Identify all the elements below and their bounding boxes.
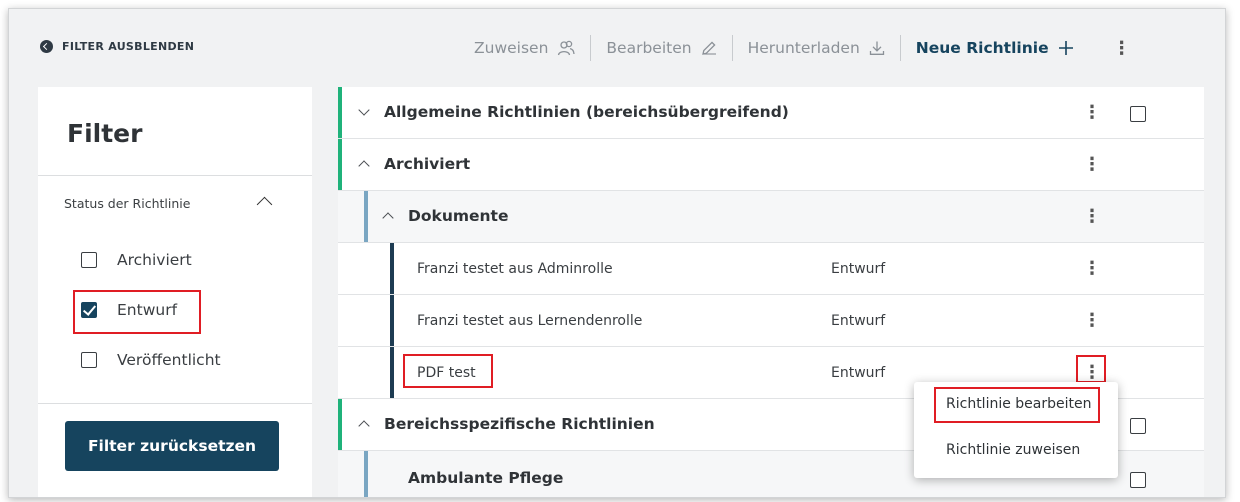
edit-button[interactable]: Bearbeiten <box>591 34 731 62</box>
chevron-up-icon[interactable] <box>358 420 370 432</box>
folder-bar <box>364 191 368 242</box>
checkbox[interactable] <box>81 352 97 368</box>
document-bar <box>390 295 394 346</box>
document-status: Entwurf <box>831 261 886 277</box>
chevron-up-icon[interactable] <box>256 196 273 213</box>
new-policy-label: Neue Richtlinie <box>915 39 1049 57</box>
tree-group-archived[interactable]: Archiviert ⋮ <box>338 139 1204 191</box>
more-options-icon[interactable]: ⋮ <box>1113 38 1131 59</box>
more-options-icon[interactable]: ⋮ <box>1083 156 1101 174</box>
assign-button[interactable]: Zuweisen <box>459 34 590 62</box>
highlight-box <box>1076 355 1106 383</box>
divider <box>38 175 312 176</box>
app-window: FILTER AUSBLENDEN Zuweisen Bearbeiten He… <box>8 8 1226 498</box>
highlight-box <box>73 290 201 334</box>
plus-icon <box>1058 41 1073 55</box>
download-icon <box>869 41 884 55</box>
tree-folder-documents[interactable]: Dokumente ⋮ <box>338 191 1204 243</box>
tree-group-general[interactable]: Allgemeine Richtlinien (bereichsübergrei… <box>338 87 1204 139</box>
checkbox[interactable] <box>1130 472 1146 488</box>
highlight-box <box>403 354 493 388</box>
document-status: Entwurf <box>831 365 886 381</box>
assign-label: Zuweisen <box>474 39 549 57</box>
highlight-box <box>934 387 1100 423</box>
folder-bar <box>364 451 368 497</box>
pencil-icon <box>701 41 716 55</box>
checkbox[interactable] <box>1130 106 1146 122</box>
more-options-icon[interactable]: ⋮ <box>1083 208 1101 226</box>
more-options-icon[interactable]: ⋮ <box>1083 260 1101 278</box>
filter-option-archiviert[interactable]: Archiviert <box>81 251 192 269</box>
hide-filter-toggle[interactable]: FILTER AUSBLENDEN <box>40 40 194 53</box>
hide-filter-label: FILTER AUSBLENDEN <box>62 40 195 53</box>
group-title: Bereichsspezifische Richtlinien <box>384 415 655 433</box>
more-options-icon[interactable]: ⋮ <box>1083 312 1101 330</box>
download-button[interactable]: Herunterladen <box>733 34 900 62</box>
filter-option-label: Veröffentlicht <box>117 351 221 369</box>
chevron-up-icon[interactable] <box>358 160 370 172</box>
document-row[interactable]: Franzi testet aus Adminrolle Entwurf ⋮ <box>338 243 1204 295</box>
document-name: Franzi testet aus Adminrolle <box>417 261 613 277</box>
filter-option-veroeffentlicht[interactable]: Veröffentlicht <box>81 351 221 369</box>
group-title: Allgemeine Richtlinien (bereichsübergrei… <box>384 103 789 121</box>
document-name: Franzi testet aus Lernendenrolle <box>417 313 643 329</box>
status-filter-heading: Status der Richtlinie <box>64 196 191 211</box>
reset-filter-button[interactable]: Filter zurücksetzen <box>65 421 279 471</box>
document-bar <box>390 347 394 398</box>
subgroup-title: Ambulante Pflege <box>408 469 564 487</box>
group-bar <box>338 399 342 450</box>
download-label: Herunterladen <box>747 39 860 57</box>
checkbox[interactable] <box>1130 418 1146 434</box>
checkbox[interactable] <box>81 252 97 268</box>
chevron-down-icon[interactable] <box>358 104 370 116</box>
divider <box>38 403 312 404</box>
document-row[interactable]: Franzi testet aus Lernendenrolle Entwurf… <box>338 295 1204 347</box>
toolbar: Zuweisen Bearbeiten Herunterladen Neue R… <box>459 34 1131 62</box>
menu-item-assign-policy[interactable]: Richtlinie zuweisen <box>914 442 1118 458</box>
group-bar <box>338 139 342 190</box>
more-options-icon[interactable]: ⋮ <box>1083 104 1101 122</box>
document-status: Entwurf <box>831 313 886 329</box>
chevron-left-circle-icon <box>40 40 53 53</box>
filter-option-label: Archiviert <box>117 251 192 269</box>
document-bar <box>390 243 394 294</box>
new-policy-button[interactable]: Neue Richtlinie <box>901 34 1089 62</box>
users-icon <box>558 40 576 56</box>
folder-title: Dokumente <box>408 207 509 225</box>
filter-title: Filter <box>67 119 143 148</box>
edit-label: Bearbeiten <box>606 39 692 57</box>
chevron-up-icon[interactable] <box>382 212 394 224</box>
group-bar <box>338 87 342 138</box>
group-title: Archiviert <box>384 155 471 173</box>
